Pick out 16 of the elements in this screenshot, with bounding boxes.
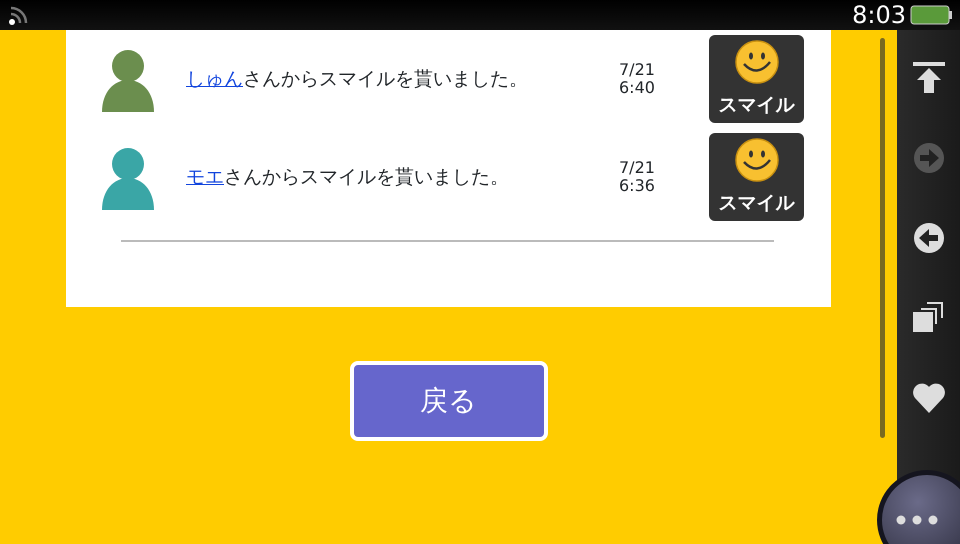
user-link[interactable]: モエ — [186, 166, 224, 188]
clock-time: 8:03 — [852, 0, 906, 30]
user-link[interactable]: しゅん — [186, 68, 243, 90]
smiley-icon — [734, 137, 780, 183]
wifi-icon — [8, 4, 30, 26]
back-button[interactable]: 戻る — [350, 361, 548, 441]
scrollbar[interactable] — [880, 38, 885, 438]
smiley-icon — [734, 39, 780, 85]
timestamp: 7/21 6:36 — [619, 158, 656, 196]
timestamp: 7/21 6:40 — [619, 60, 656, 98]
smile-badge: スマイル — [709, 133, 804, 221]
battery-icon — [910, 4, 952, 26]
more-icon — [895, 515, 939, 525]
notification-text: しゅん さんからスマイルを貰いました。 — [186, 66, 529, 92]
smile-badge: スマイル — [709, 35, 804, 123]
notification-text: モエさんからスマイルを貰いました。 — [186, 164, 510, 190]
